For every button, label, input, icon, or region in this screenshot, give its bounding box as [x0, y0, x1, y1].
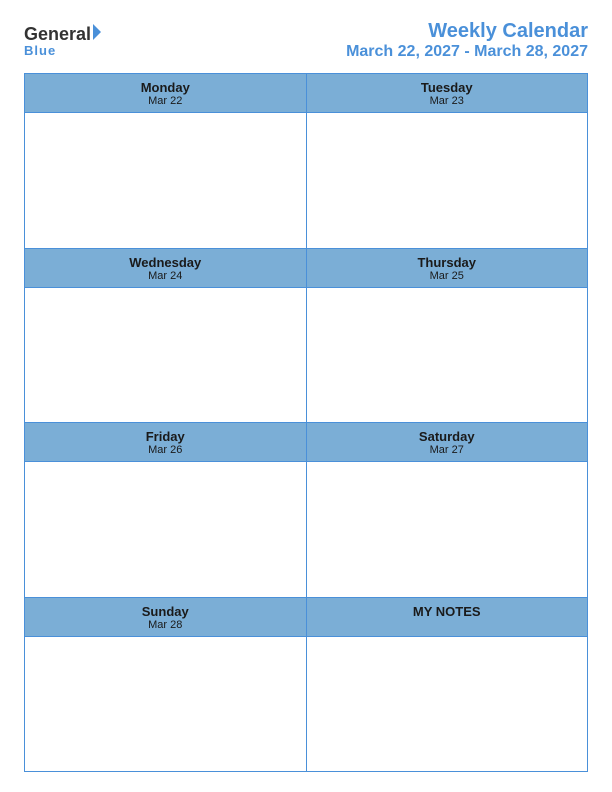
thursday-content [307, 288, 588, 423]
monday-content [25, 113, 307, 248]
tuesday-date: Mar 23 [311, 95, 584, 107]
saturday-name: Saturday [311, 429, 584, 444]
calendar-grid: Monday Mar 22 Tuesday Mar 23 Wednesday M… [24, 73, 588, 772]
calendar-title: Weekly Calendar [346, 20, 588, 43]
week-row-4: Sunday Mar 28 MY NOTES [25, 598, 587, 772]
row1-header: Monday Mar 22 Tuesday Mar 23 [25, 74, 587, 113]
friday-content [25, 462, 307, 597]
saturday-date: Mar 27 [311, 444, 584, 456]
logo-triangle-icon [93, 24, 101, 40]
saturday-header: Saturday Mar 27 [307, 423, 588, 461]
sunday-name: Sunday [29, 604, 302, 619]
week-row-2: Wednesday Mar 24 Thursday Mar 25 [25, 249, 587, 424]
thursday-name: Thursday [311, 255, 584, 270]
wednesday-name: Wednesday [29, 255, 302, 270]
row1-content [25, 113, 587, 248]
logo-general-text: General [24, 24, 91, 45]
friday-name: Friday [29, 429, 302, 444]
tuesday-name: Tuesday [311, 80, 584, 95]
row4-content [25, 637, 587, 772]
thursday-header: Thursday Mar 25 [307, 249, 588, 287]
header: General Blue Weekly Calendar March 22, 2… [24, 20, 588, 61]
row2-content [25, 288, 587, 423]
monday-date: Mar 22 [29, 95, 302, 107]
row3-content [25, 462, 587, 597]
row3-header: Friday Mar 26 Saturday Mar 27 [25, 423, 587, 462]
monday-name: Monday [29, 80, 302, 95]
monday-header: Monday Mar 22 [25, 74, 307, 112]
logo-blue-label: Blue [24, 43, 56, 58]
calendar-date-range: March 22, 2027 - March 28, 2027 [346, 43, 588, 61]
row2-header: Wednesday Mar 24 Thursday Mar 25 [25, 249, 587, 288]
wednesday-header: Wednesday Mar 24 [25, 249, 307, 287]
notes-content [307, 637, 588, 772]
week-row-1: Monday Mar 22 Tuesday Mar 23 [25, 74, 587, 249]
logo-top: General [24, 24, 101, 45]
title-section: Weekly Calendar March 22, 2027 - March 2… [346, 20, 588, 61]
thursday-date: Mar 25 [311, 270, 584, 282]
week-row-3: Friday Mar 26 Saturday Mar 27 [25, 423, 587, 598]
sunday-content [25, 637, 307, 772]
saturday-content [307, 462, 588, 597]
wednesday-content [25, 288, 307, 423]
sunday-header: Sunday Mar 28 [25, 598, 307, 636]
wednesday-date: Mar 24 [29, 270, 302, 282]
notes-label: MY NOTES [311, 604, 584, 619]
tuesday-content [307, 113, 588, 248]
sunday-date: Mar 28 [29, 619, 302, 631]
tuesday-header: Tuesday Mar 23 [307, 74, 588, 112]
page: General Blue Weekly Calendar March 22, 2… [0, 0, 612, 792]
logo: General Blue [24, 24, 101, 58]
friday-date: Mar 26 [29, 444, 302, 456]
friday-header: Friday Mar 26 [25, 423, 307, 461]
notes-header: MY NOTES [307, 598, 588, 636]
row4-header: Sunday Mar 28 MY NOTES [25, 598, 587, 637]
